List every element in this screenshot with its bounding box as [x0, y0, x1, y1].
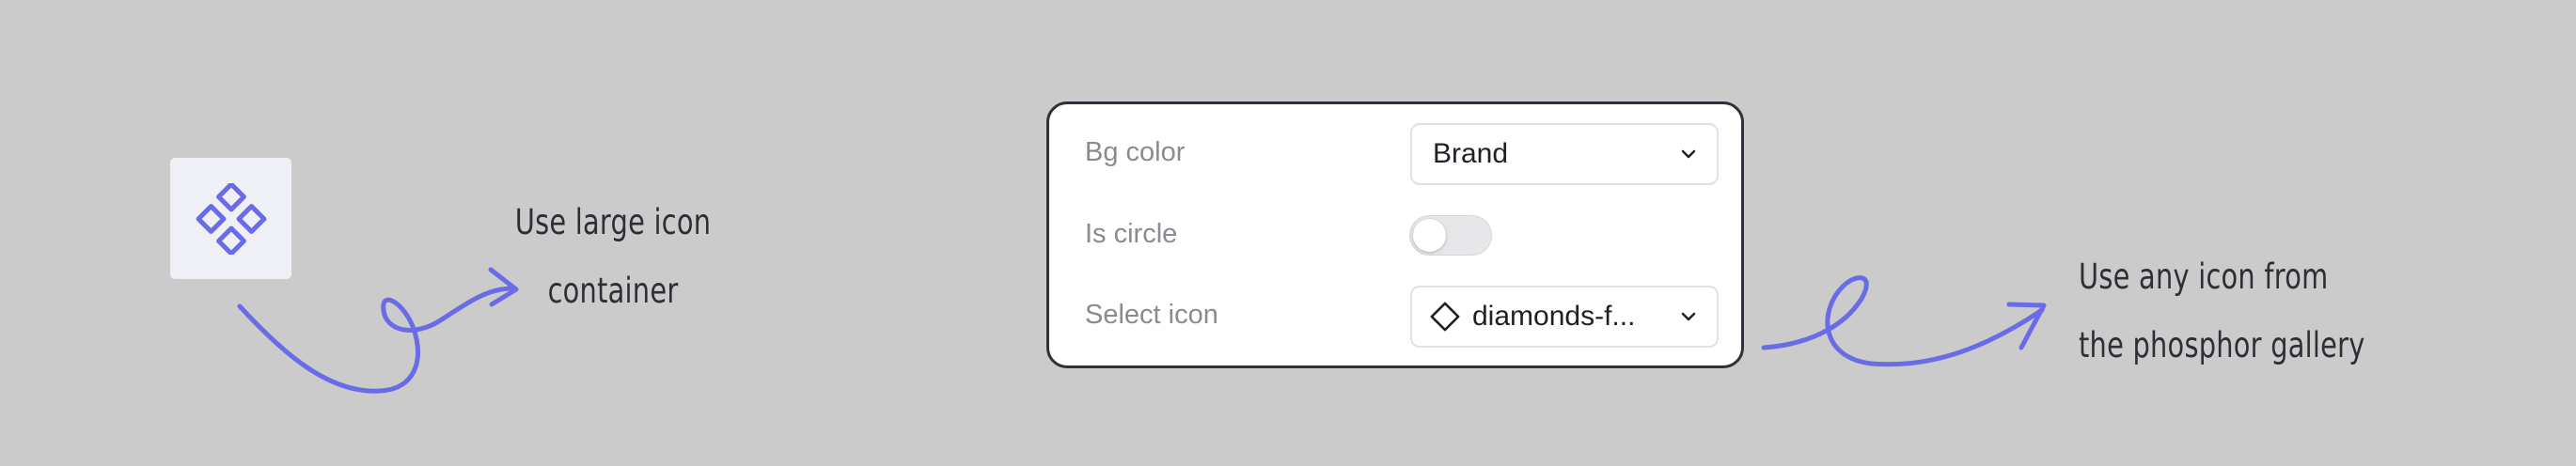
right-annotation: Use any icon from the phosphor gallery — [2079, 242, 2365, 380]
bg-color-select[interactable]: Brand — [1410, 123, 1719, 185]
select-icon-label: Select icon — [1085, 300, 1218, 330]
select-icon-value: diamonds-f... — [1472, 301, 1636, 332]
bg-color-label: Bg color — [1085, 137, 1186, 167]
select-icon-dropdown[interactable]: diamonds-f... — [1410, 286, 1719, 348]
right-annotation-line-1: Use any icon from — [2079, 256, 2329, 297]
left-annotation-line-1: Use large icon — [514, 202, 712, 242]
diamond-icon — [1430, 302, 1460, 332]
left-annotation-line-2: container — [547, 271, 679, 311]
is-circle-toggle[interactable] — [1409, 215, 1492, 256]
left-annotation: Use large icon container — [503, 188, 723, 325]
chevron-down-icon — [1681, 312, 1696, 321]
chevron-down-icon — [1681, 149, 1696, 159]
bg-color-value: Brand — [1433, 138, 1509, 169]
toggle-knob — [1413, 219, 1446, 252]
right-annotation-line-2: the phosphor gallery — [2079, 325, 2365, 365]
is-circle-label: Is circle — [1085, 219, 1178, 249]
